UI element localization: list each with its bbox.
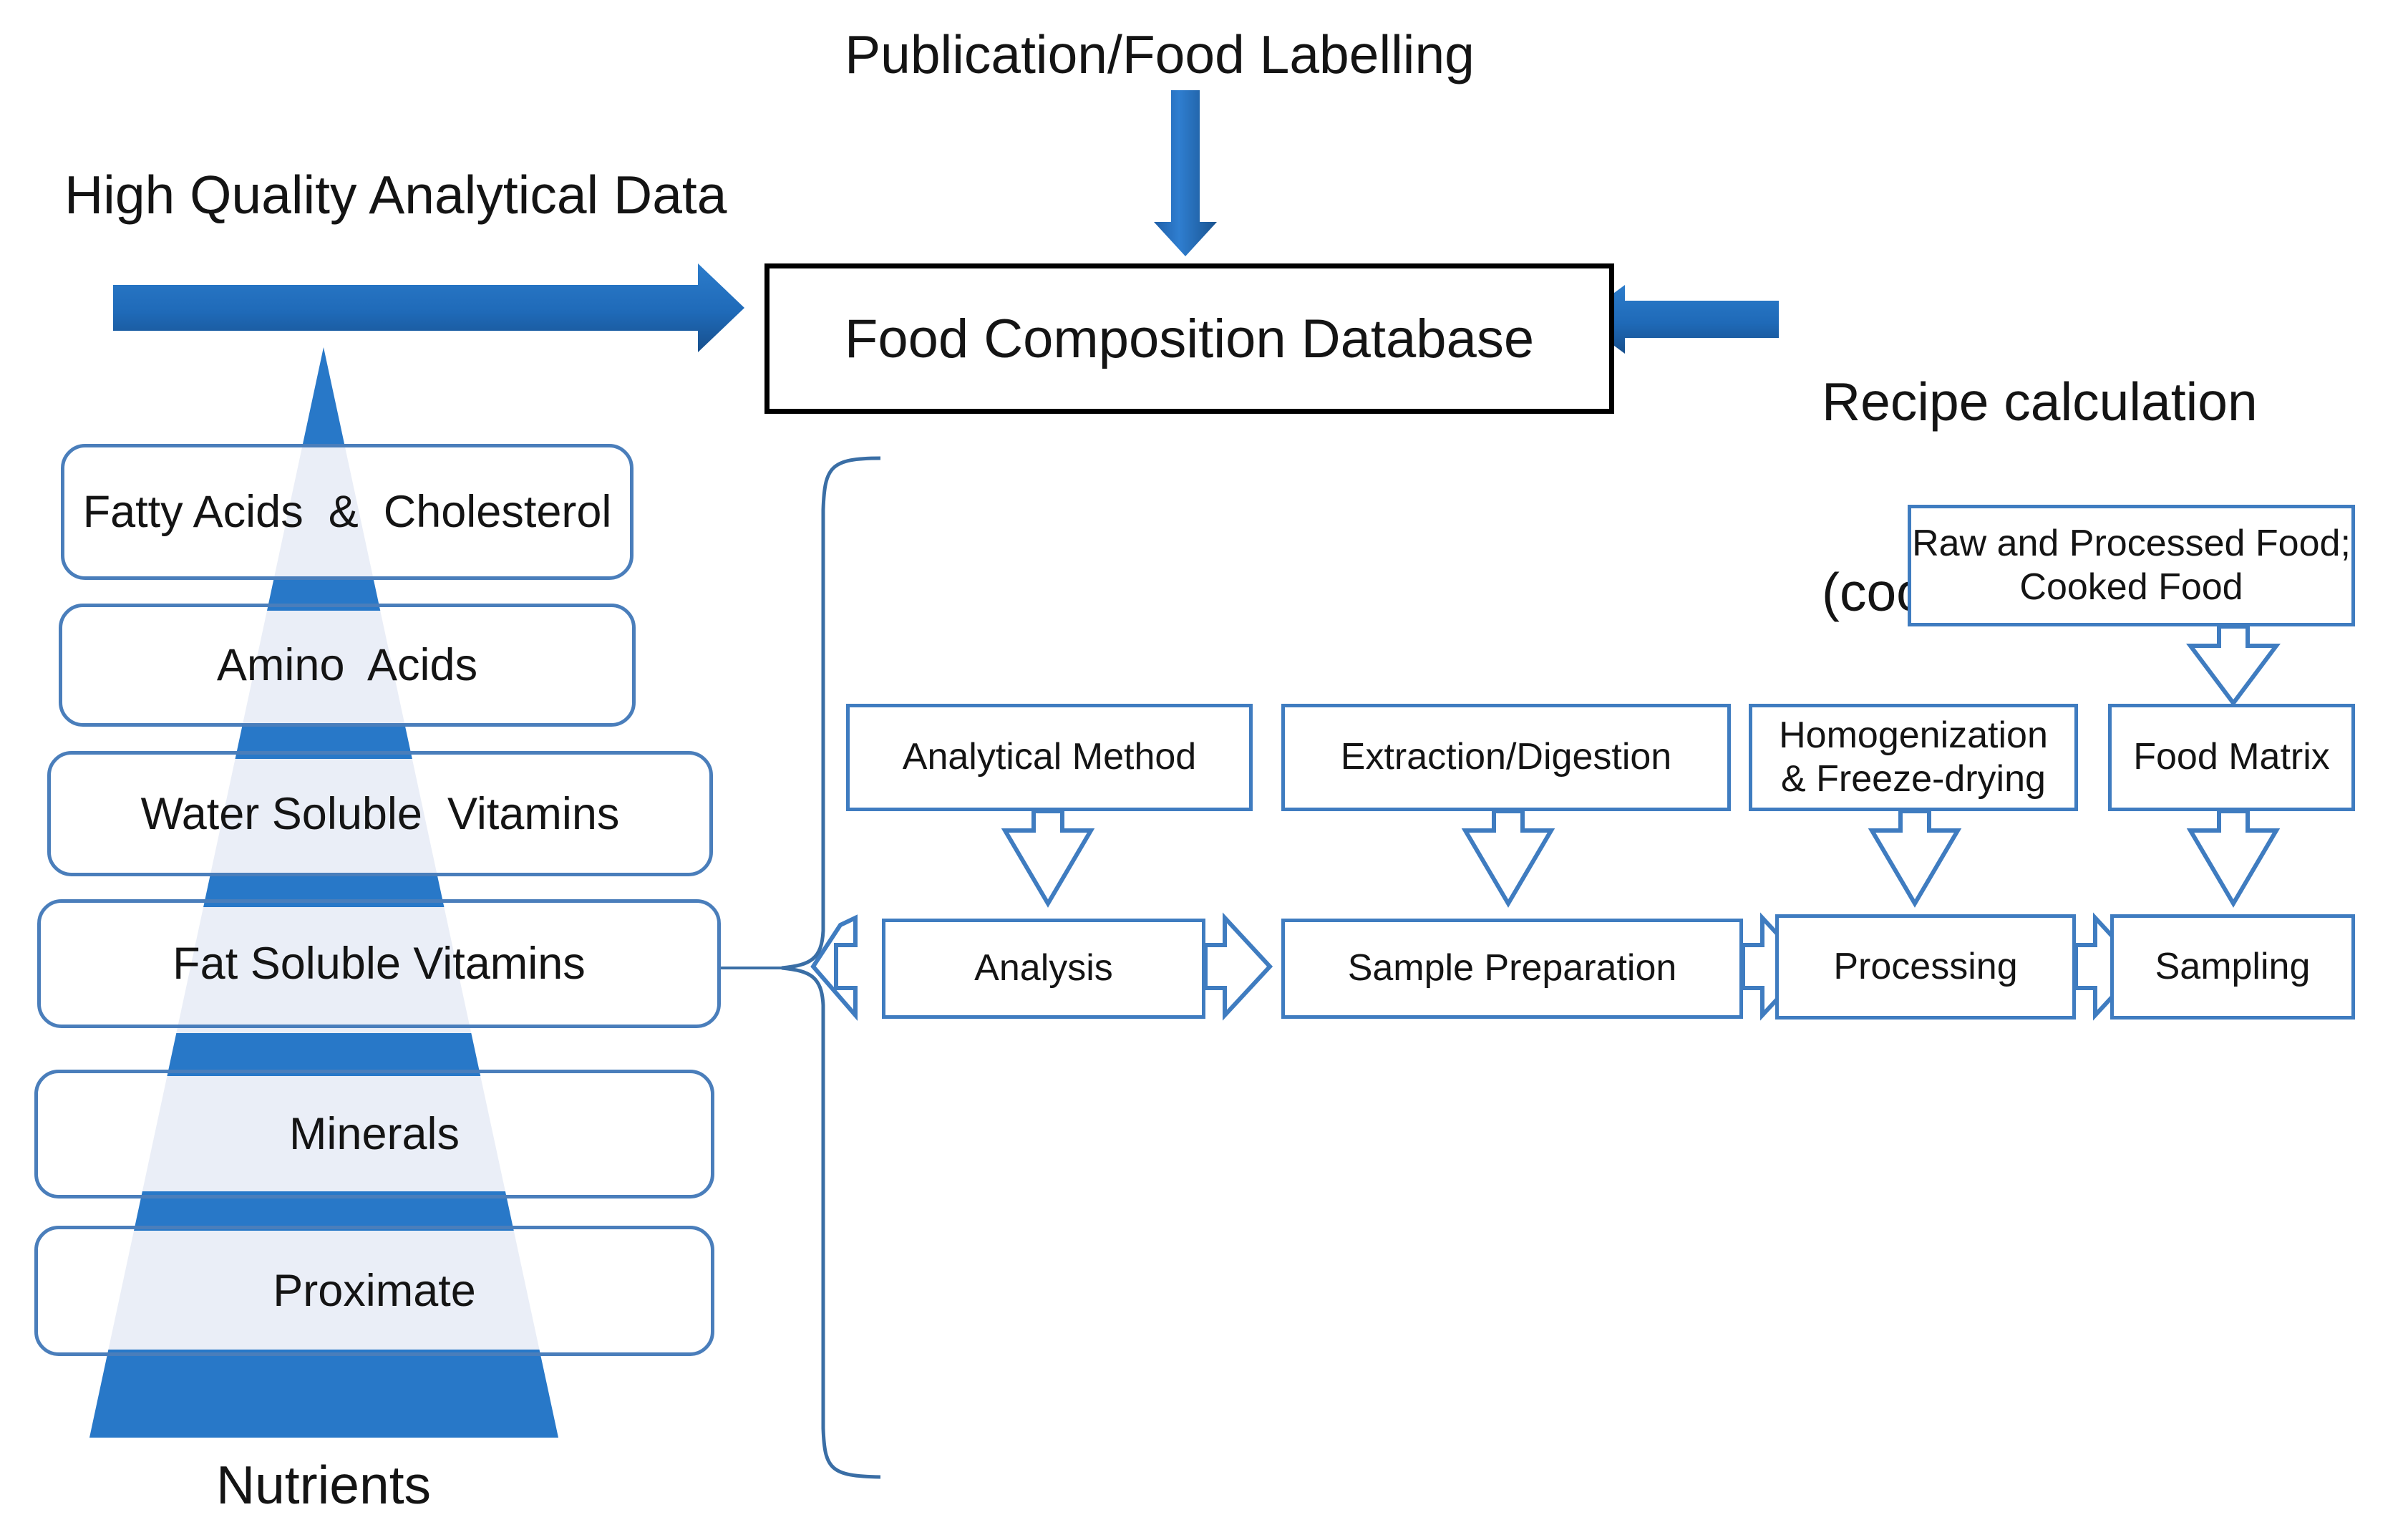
homogenization-line1: Homogenization (1779, 714, 2048, 756)
food-matrix-line1: Food Matrix (2133, 736, 2330, 778)
homogenization-line2: & Freeze-drying (1781, 758, 2046, 800)
down-arrow-rawfood-to-food-matrix (2186, 624, 2281, 707)
nutrient-level-proximate[interactable]: Proximate (34, 1226, 714, 1356)
homogenization-freeze-drying-label: Homogenization & Freeze-drying (1779, 714, 2048, 802)
raw-processed-cooked-food-box[interactable]: Raw and Processed Food; Cooked Food (1908, 505, 2355, 626)
nutrient-level-fat-soluble-vitamins[interactable]: Fat Soluble Vitamins (37, 899, 721, 1028)
raw-processed-cooked-food-label: Raw and Processed Food; Cooked Food (1912, 522, 2351, 610)
nutrient-level-water-soluble-vitamins[interactable]: Water Soluble Vitamins (47, 751, 713, 876)
sampling-box[interactable]: Sampling (2110, 914, 2355, 1020)
left-arrow-analysis-to-brace (810, 914, 858, 1022)
nutrient-level-minerals[interactable]: Minerals (34, 1070, 714, 1198)
nutrient-level-label: Water Soluble Vitamins (140, 788, 620, 839)
nutrient-level-label: Minerals (288, 1109, 460, 1159)
down-arrow-homogenization-to-processing (1868, 809, 1962, 908)
extraction-digestion-box[interactable]: Extraction/Digestion (1281, 704, 1731, 811)
nutrient-level-label: Fatty Acids & Cholesterol (82, 487, 612, 537)
nutrient-level-label: Proximate (273, 1266, 476, 1316)
analytical-method-box[interactable]: Analytical Method (846, 704, 1253, 811)
nutrient-level-fatty-acids[interactable]: Fatty Acids & Cholesterol (61, 444, 633, 580)
processing-label: Processing (1833, 945, 2018, 987)
raw-processed-food-line2: Cooked Food (2019, 566, 2243, 608)
extraction-digestion-label: Extraction/Digestion (1341, 735, 1671, 779)
diagram-canvas: Fatty Acids & Cholesterol Amino Acids Wa… (0, 0, 2408, 1540)
sample-preparation-label: Sample Preparation (1347, 947, 1677, 989)
food-matrix-box[interactable]: Food Matrix (2108, 704, 2355, 811)
nutrient-level-label: Fat Soluble Vitamins (173, 939, 586, 989)
food-composition-database-label: Food Composition Database (844, 308, 1535, 369)
sample-preparation-box[interactable]: Sample Preparation (1281, 919, 1743, 1019)
down-arrow-extraction-to-sample-prep (1461, 809, 1555, 908)
sampling-label: Sampling (2155, 945, 2311, 987)
food-composition-database-box[interactable]: Food Composition Database (764, 263, 1614, 414)
left-arrow-sample-prep-to-analysis (1203, 912, 1273, 1021)
analysis-label: Analysis (974, 947, 1113, 989)
nutrient-level-amino-acids[interactable]: Amino Acids (59, 604, 636, 727)
analysis-box[interactable]: Analysis (882, 919, 1205, 1019)
processing-box[interactable]: Processing (1775, 914, 2076, 1020)
nutrient-level-label: Amino Acids (216, 640, 478, 690)
raw-processed-food-line1: Raw and Processed Food; (1912, 522, 2351, 564)
down-arrow-analytical-to-analysis (1001, 809, 1095, 908)
extraction-digestion-line1: Extraction/Digestion (1340, 736, 1672, 778)
analytical-method-label: Analytical Method (903, 735, 1196, 779)
down-arrow-food-matrix-to-sampling (2186, 809, 2281, 908)
analytical-method-line1: Analytical Method (902, 736, 1197, 778)
homogenization-freeze-drying-box[interactable]: Homogenization & Freeze-drying (1749, 704, 2078, 811)
food-matrix-label: Food Matrix (2133, 735, 2330, 779)
